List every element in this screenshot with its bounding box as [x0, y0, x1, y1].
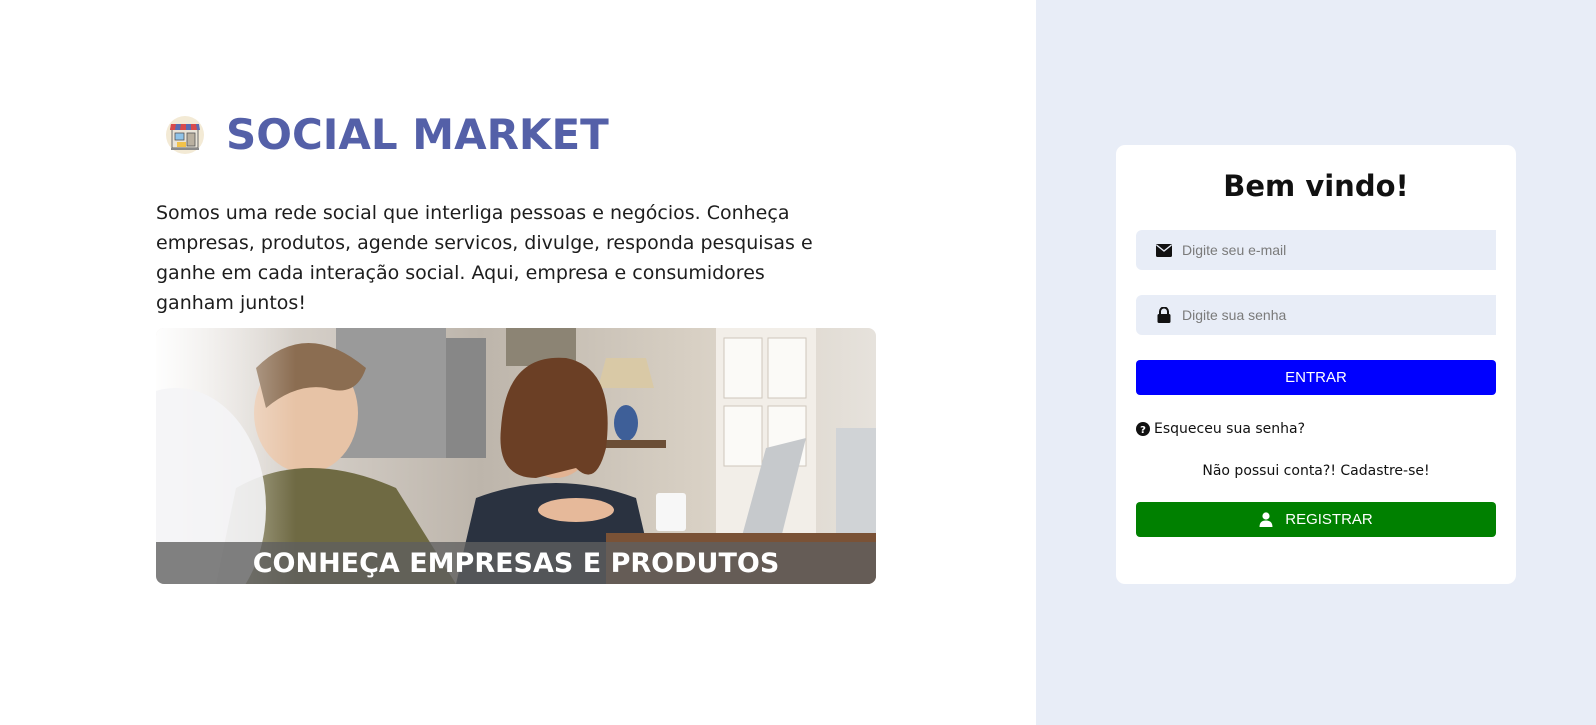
left-panel: SOCIAL MARKET Somos uma rede social que …	[0, 0, 1036, 725]
question-circle-icon: ?	[1136, 422, 1150, 436]
page: SOCIAL MARKET Somos uma rede social que …	[0, 0, 1596, 725]
hero-image: CONHEÇA EMPRESAS E PRODUTOS	[156, 328, 876, 584]
password-input[interactable]	[1182, 307, 1472, 323]
login-title: Bem vindo!	[1223, 169, 1409, 203]
user-icon	[1259, 512, 1273, 527]
register-button[interactable]: REGISTRAR	[1136, 502, 1496, 537]
intro-text: Somos uma rede social que interliga pess…	[156, 202, 813, 314]
forgot-password-label: Esqueceu sua senha?	[1154, 421, 1306, 437]
password-field	[1136, 295, 1496, 335]
enter-button[interactable]: ENTRAR	[1136, 360, 1496, 395]
envelope-icon	[1156, 242, 1172, 258]
brand: SOCIAL MARKET	[165, 110, 609, 159]
register-label: REGISTRAR	[1285, 511, 1373, 528]
email-field	[1136, 230, 1496, 270]
brand-title: SOCIAL MARKET	[226, 110, 609, 159]
svg-text:?: ?	[1140, 425, 1146, 436]
email-input[interactable]	[1182, 242, 1472, 258]
hero-caption: CONHEÇA EMPRESAS E PRODUTOS	[156, 542, 876, 584]
forgot-password-link[interactable]: ? Esqueceu sua senha?	[1136, 421, 1305, 437]
storefront-icon	[165, 115, 205, 155]
lock-icon	[1156, 307, 1172, 323]
right-panel: Bem vindo! EN	[1036, 0, 1596, 725]
login-card: Bem vindo! EN	[1116, 145, 1516, 584]
signup-link[interactable]: Não possui conta?! Cadastre-se!	[1116, 463, 1516, 479]
